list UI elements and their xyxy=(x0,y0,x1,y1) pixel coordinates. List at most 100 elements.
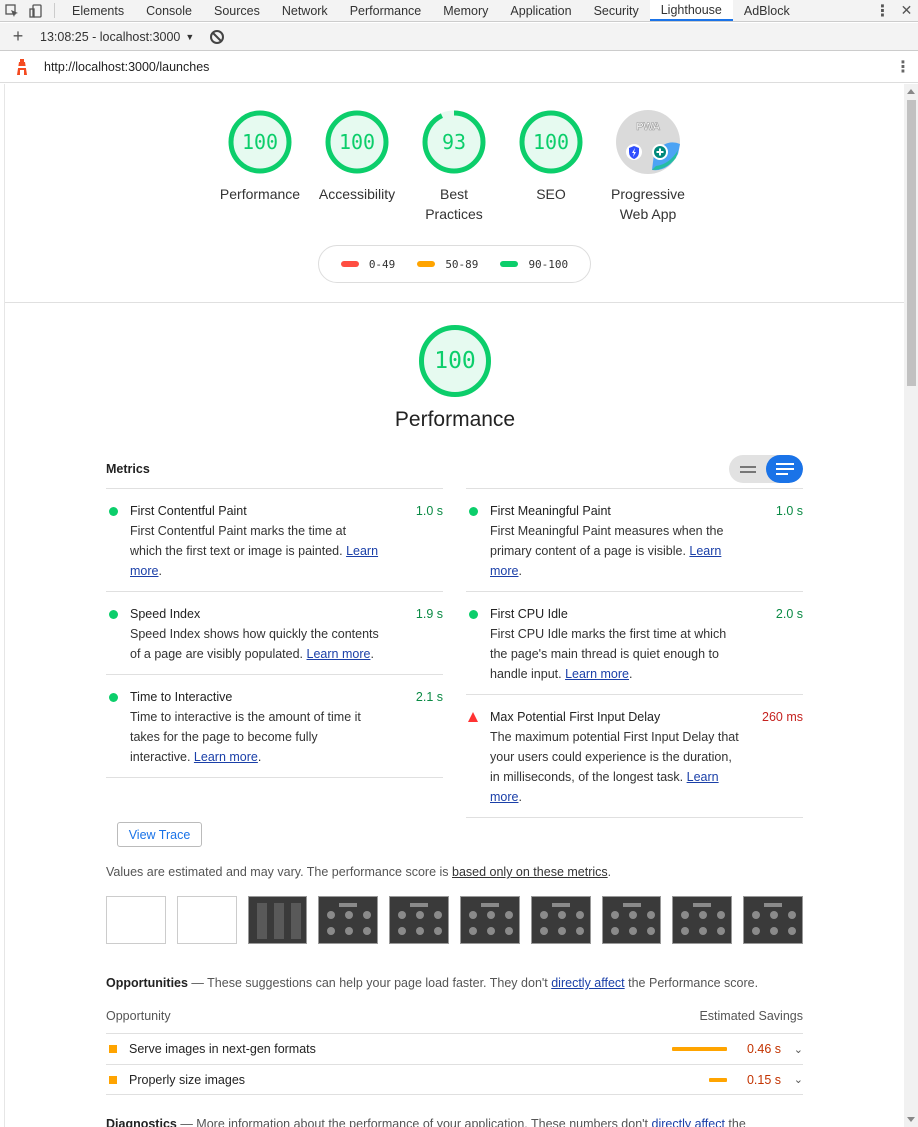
metrics-column-right: First Meaningful Paint 1.0 s First Meani… xyxy=(466,488,803,818)
scroll-down-icon[interactable] xyxy=(907,1117,915,1122)
score-value: 100 xyxy=(241,130,279,154)
savings-bar xyxy=(672,1047,727,1051)
score-ring: 100 xyxy=(519,110,583,174)
section-divider xyxy=(5,302,904,303)
filmstrip-frame xyxy=(743,896,803,944)
view-trace-button[interactable]: View Trace xyxy=(117,822,202,847)
inspect-element-icon[interactable] xyxy=(0,0,24,22)
device-toolbar-icon[interactable] xyxy=(24,0,48,22)
diagnostics-title: Diagnostics xyxy=(106,1117,177,1127)
metric-value: 1.0 s xyxy=(415,504,443,518)
filmstrip-frame xyxy=(389,896,449,944)
metric-description: Speed Index shows how quickly the conten… xyxy=(130,627,379,661)
legend-item-average: 50-89 xyxy=(417,258,478,271)
learn-more-link[interactable]: Learn more xyxy=(307,647,371,661)
metric-first-contentful-paint: First Contentful Paint 1.0 s First Conte… xyxy=(106,488,443,591)
score-ring: 100 xyxy=(228,110,292,174)
lighthouse-logo-icon xyxy=(0,58,44,76)
values-note-end: . xyxy=(607,865,612,879)
filmstrip-frame xyxy=(459,896,520,944)
clear-all-icon[interactable] xyxy=(210,29,225,44)
new-audit-icon[interactable]: + xyxy=(0,26,36,47)
metric-description: First Contentful Paint marks the time at… xyxy=(130,524,379,578)
category-gauges: 100 Performance 100 Accessibility 93 Bes… xyxy=(5,84,904,302)
caret-down-icon: ▼ xyxy=(185,31,195,42)
metrics-column-left: First Contentful Paint 1.0 s First Conte… xyxy=(106,488,443,778)
learn-more-link[interactable]: Learn more xyxy=(194,750,258,764)
metrics-header: Metrics xyxy=(106,451,803,487)
column-divider xyxy=(466,817,803,818)
directly-affect-link[interactable]: directly affect xyxy=(551,976,624,990)
metrics-explanation-link[interactable]: based only on these metrics xyxy=(452,865,608,879)
chevron-down-icon[interactable]: ⌄ xyxy=(781,1043,803,1056)
metric-description: First Meaningful Paint measures when the… xyxy=(490,524,724,578)
metric-first-cpu-idle: First CPU Idle 2.0 s First CPU Idle mark… xyxy=(466,591,803,694)
filmstrip-frame xyxy=(176,896,237,944)
filmstrip-frame xyxy=(530,896,591,944)
directly-affect-link[interactable]: directly affect xyxy=(652,1117,725,1127)
chevron-down-icon[interactable]: ⌄ xyxy=(781,1073,803,1086)
lighthouse-report: 100 Performance 100 Accessibility 93 Bes… xyxy=(4,84,904,1127)
gauge-performance[interactable]: 100 Performance xyxy=(210,110,310,204)
devtools-menu-icon[interactable]: ⋮ xyxy=(870,1,894,21)
metric-name: First Meaningful Paint xyxy=(490,504,611,518)
metric-value: 1.9 s xyxy=(415,607,443,621)
gauge-label: Accessibility xyxy=(318,186,396,202)
report-menu-icon[interactable]: ⋮ xyxy=(888,57,918,77)
score-value: 100 xyxy=(338,130,376,154)
tab-console[interactable]: Console xyxy=(135,0,203,21)
legend-range: 0-49 xyxy=(368,257,396,271)
tab-security[interactable]: Security xyxy=(583,0,650,21)
opportunities-desc: — These suggestions can help your page l… xyxy=(187,976,552,990)
metric-description-toggle[interactable] xyxy=(729,455,803,483)
opportunity-row[interactable]: Serve images in next-gen formats 0.46 s … xyxy=(106,1033,803,1064)
score-value: 100 xyxy=(532,130,570,154)
expanded-view-icon[interactable] xyxy=(766,455,803,483)
tab-elements[interactable]: Elements xyxy=(61,0,135,21)
metric-value: 2.1 s xyxy=(415,690,443,704)
metric-name: Speed Index xyxy=(130,607,201,621)
pwa-badge-icon: PWA xyxy=(616,110,680,174)
description-text: First Contentful Paint marks the time at… xyxy=(130,524,347,558)
score-legend: 0-49 50-89 90-100 xyxy=(318,245,591,283)
pass-indicator xyxy=(109,610,118,619)
tab-network[interactable]: Network xyxy=(271,0,339,21)
metric-value: 260 ms xyxy=(762,710,803,724)
learn-more-link[interactable]: Learn more xyxy=(565,667,629,681)
tab-lighthouse[interactable]: Lighthouse xyxy=(649,0,733,21)
devtools-tab-bar: Elements Console Sources Network Perform… xyxy=(0,0,918,22)
report-scrollbar[interactable] xyxy=(904,84,918,1127)
gauge-accessibility[interactable]: 100 Accessibility xyxy=(307,110,407,204)
opportunity-row[interactable]: Properly size images 0.15 s ⌄ xyxy=(106,1064,803,1095)
gauge-pwa[interactable]: PWA Progressive Web App xyxy=(598,110,698,224)
values-note-text: Values are estimated and may vary. The p… xyxy=(106,865,452,879)
tab-sources[interactable]: Sources xyxy=(203,0,271,21)
scrollbar-thumb[interactable] xyxy=(907,100,916,386)
diagnostics-header: Diagnostics — More information about the… xyxy=(106,1117,746,1127)
metric-name: Time to Interactive xyxy=(130,690,233,704)
gauge-label: SEO xyxy=(536,186,566,202)
metric-speed-index: Speed Index 1.9 s Speed Index shows how … xyxy=(106,591,443,674)
score-ring: 100 xyxy=(418,324,492,398)
legend-range: 50-89 xyxy=(445,257,479,271)
scroll-up-icon[interactable] xyxy=(907,89,915,94)
report-url: http://localhost:3000/launches xyxy=(44,60,210,74)
tab-memory[interactable]: Memory xyxy=(432,0,499,21)
close-icon[interactable]: ✕ xyxy=(894,2,918,19)
opportunities-header: Opportunities — These suggestions can he… xyxy=(106,976,758,990)
tab-adblock[interactable]: AdBlock xyxy=(733,0,801,21)
diagnostics-desc-end: the xyxy=(724,1117,746,1127)
screenshot-filmstrip xyxy=(106,896,803,944)
tab-application[interactable]: Application xyxy=(499,0,582,21)
compact-view-icon[interactable] xyxy=(729,455,766,483)
gauge-seo[interactable]: 100 SEO xyxy=(501,110,601,204)
metric-description: Time to interactive is the amount of tim… xyxy=(130,710,361,764)
gauge-label: Performance xyxy=(219,186,301,202)
gauge-best-practices[interactable]: 93 Best Practices xyxy=(404,110,504,224)
fail-indicator-icon xyxy=(468,712,478,722)
report-select[interactable]: 13:08:25 - localhost:3000 ▼ xyxy=(36,30,194,44)
metric-first-meaningful-paint: First Meaningful Paint 1.0 s First Meani… xyxy=(466,488,803,591)
metric-description: The maximum potential First Input Delay … xyxy=(490,730,739,804)
tab-performance[interactable]: Performance xyxy=(339,0,433,21)
score-ring: 93 xyxy=(422,110,486,174)
